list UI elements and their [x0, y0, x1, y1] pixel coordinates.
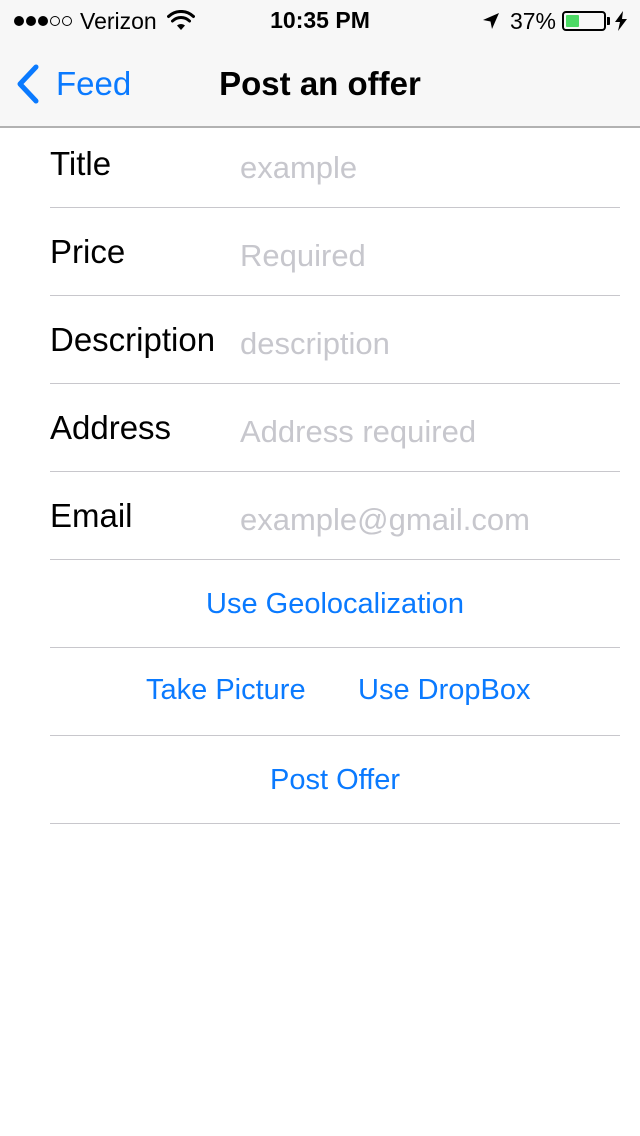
description-input[interactable]: [240, 324, 610, 364]
status-bar: Verizon 10:35 PM 37%: [0, 0, 640, 40]
status-right: 37%: [482, 7, 628, 35]
geolocation-row: Use Geolocalization: [50, 560, 620, 648]
page-title: Post an offer: [219, 65, 421, 102]
address-input[interactable]: [240, 412, 610, 452]
email-input[interactable]: [240, 500, 610, 540]
form-row-email: Email: [50, 472, 620, 560]
address-label: Address: [50, 409, 172, 446]
form-row-price: Price: [50, 208, 620, 296]
battery-percentage: 37%: [509, 8, 556, 34]
form-row-address: Address: [50, 384, 620, 472]
post-offer-screen: Verizon 10:35 PM 37% Feed Post an offer …: [0, 0, 640, 1136]
media-row: Take Picture Use DropBox: [50, 648, 620, 736]
top-chrome: Verizon 10:35 PM 37% Feed Post an offer: [0, 0, 640, 128]
use-dropbox-button[interactable]: Use DropBox: [358, 672, 530, 708]
offer-form: Title Price Description Address Email Us…: [50, 120, 620, 824]
price-label: Price: [50, 233, 126, 270]
take-picture-button[interactable]: Take Picture: [146, 672, 306, 708]
bolt-icon: [615, 11, 627, 31]
title-input[interactable]: [240, 148, 610, 188]
navigation-bar: Feed Post an offer: [0, 40, 640, 128]
description-label: Description: [50, 321, 216, 358]
battery-icon: [562, 11, 606, 31]
location-arrow-icon: [482, 13, 499, 29]
post-offer-button[interactable]: Post Offer: [270, 762, 400, 798]
price-input[interactable]: [240, 236, 610, 276]
email-label: Email: [50, 497, 133, 534]
battery-cap: [607, 17, 610, 25]
post-row: Post Offer: [50, 736, 620, 824]
form-row-description: Description: [50, 296, 620, 384]
battery-level: [566, 15, 580, 27]
title-label: Title: [50, 145, 112, 182]
form-row-title: Title: [50, 120, 620, 208]
use-geolocation-button[interactable]: Use Geolocalization: [206, 586, 464, 622]
